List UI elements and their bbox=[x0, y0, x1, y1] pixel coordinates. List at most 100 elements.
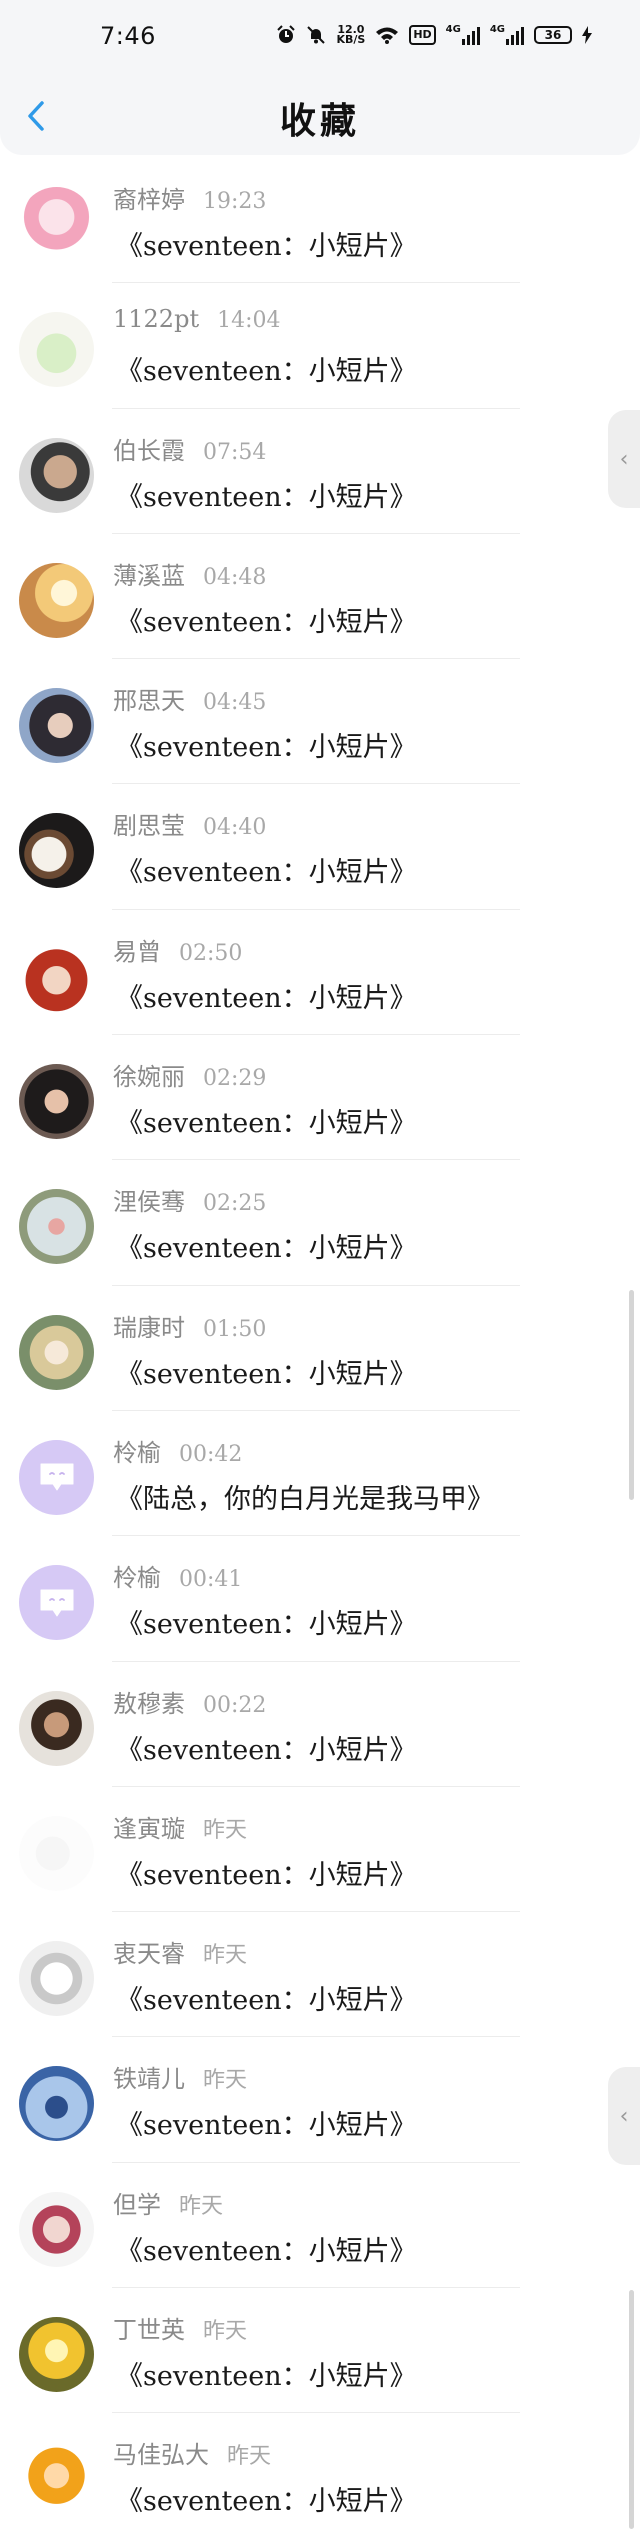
item-header: 瑞康时 01:50 bbox=[113, 1308, 266, 1343]
favorite-title: 《seventeen：小短片》 bbox=[116, 2110, 417, 2142]
item-header: 裔梓婷 19:23 bbox=[113, 180, 266, 215]
list-item[interactable]: 马佳弘大 昨天《seventeen：小短片》 bbox=[0, 2413, 640, 2529]
charging-bolt-icon bbox=[582, 24, 592, 46]
favorite-title: 《seventeen：小短片》 bbox=[116, 2486, 417, 2518]
avatar[interactable] bbox=[19, 938, 94, 1014]
list-item[interactable]: 伯长霞 07:54 《seventeen：小短片》 bbox=[0, 409, 640, 535]
avatar[interactable] bbox=[19, 1690, 94, 1766]
item-time: 04:48 bbox=[203, 564, 267, 590]
item-time: 02:25 bbox=[203, 1191, 267, 1217]
item-time: 04:45 bbox=[203, 690, 267, 716]
item-header: 柃榆 00:42 bbox=[113, 1433, 242, 1468]
contact-name: 1122pt bbox=[113, 305, 200, 334]
contact-name: 薄溪蓝 bbox=[113, 561, 185, 590]
item-time: 02:29 bbox=[203, 1066, 267, 1092]
contact-name: 剧思莹 bbox=[113, 812, 185, 841]
avatar[interactable] bbox=[19, 1189, 94, 1265]
contact-name: 邢思天 bbox=[113, 687, 185, 716]
list-item[interactable]: 徐婉丽 02:29 《seventeen：小短片》 bbox=[0, 1035, 640, 1161]
hd-badge: HD bbox=[409, 25, 436, 45]
contact-name: 敖穆素 bbox=[113, 1689, 185, 1718]
avatar[interactable] bbox=[19, 1439, 94, 1515]
edge-tab-top[interactable]: ‹ bbox=[608, 410, 640, 508]
avatar[interactable] bbox=[19, 187, 94, 262]
favorites-list: 裔梓婷 19:23 《seventeen：小短片》 1122pt 14:04 《seven… bbox=[0, 158, 640, 2529]
status-bar: 7:46 12.0 KB/S HD 4G 4G 36 bbox=[0, 0, 640, 78]
item-header: 逢寅璇 昨天 bbox=[113, 1809, 247, 1844]
signal-2-icon: 4G bbox=[490, 24, 524, 46]
contact-name: 马佳弘大 bbox=[113, 2441, 209, 2470]
page-title: 收藏 bbox=[279, 101, 360, 142]
item-header: 敖穆素 00:22 bbox=[113, 1684, 266, 1719]
item-header: 1122pt 14:04 bbox=[113, 305, 281, 333]
list-item[interactable]: 铁靖儿 昨天《seventeen：小短片》 bbox=[0, 2037, 640, 2164]
favorite-title: 《seventeen：小短片》 bbox=[116, 356, 417, 388]
item-header: 伯长霞 07:54 bbox=[113, 431, 266, 466]
list-item[interactable]: 裔梓婷 19:23 《seventeen：小短片》 bbox=[0, 158, 640, 284]
avatar[interactable] bbox=[19, 688, 94, 764]
list-item[interactable]: 敖穆素 00:22 《seventeen：小短片》 bbox=[0, 1662, 640, 1788]
list-item[interactable]: 易曾 02:50 《seventeen：小短片》 bbox=[0, 910, 640, 1036]
favorite-title: 《seventeen：小短片》 bbox=[116, 2235, 417, 2267]
avatar[interactable] bbox=[19, 2066, 94, 2142]
list-item[interactable]: 柃榆 00:42 《陆总，你的白月光是我马甲》 bbox=[0, 1411, 640, 1537]
contact-name: 逢寅璇 bbox=[113, 1814, 185, 1843]
avatar[interactable] bbox=[19, 562, 94, 638]
avatar[interactable] bbox=[19, 437, 94, 513]
item-header: 丁世英 昨天 bbox=[113, 2310, 247, 2345]
list-item[interactable]: 但学 昨天《seventeen：小短片》 bbox=[0, 2163, 640, 2289]
item-time: 昨天 bbox=[179, 2193, 224, 2219]
item-time: 19:23 bbox=[203, 189, 267, 214]
chevron-left-icon: ‹ bbox=[619, 2103, 629, 2129]
battery-icon: 36 bbox=[534, 26, 572, 44]
favorite-title: 《seventeen：小短片》 bbox=[116, 1985, 417, 2017]
list-item[interactable]: 邢思天 04:45 《seventeen：小短片》 bbox=[0, 659, 640, 785]
mute-bell-icon bbox=[306, 24, 326, 46]
item-header: 铁靖儿 昨天 bbox=[113, 2059, 247, 2094]
avatar[interactable] bbox=[19, 1064, 94, 1140]
avatar[interactable] bbox=[19, 2317, 94, 2393]
contact-name: 但学 bbox=[113, 2190, 161, 2219]
edge-tab-bottom[interactable]: ‹ bbox=[608, 2067, 640, 2165]
avatar[interactable] bbox=[19, 312, 94, 388]
list-item[interactable]: 衷天睿 昨天 《seventeen：小短片》 bbox=[0, 1912, 640, 2038]
item-header: 马佳弘大 昨天 bbox=[113, 2435, 271, 2470]
scrollbar[interactable] bbox=[629, 1290, 634, 1500]
contact-name: 浬侯骞 bbox=[113, 1188, 185, 1217]
item-time: 14:04 bbox=[217, 308, 281, 334]
list-item[interactable]: 丁世英 昨天 《seventeen：小短片》 bbox=[0, 2288, 640, 2414]
avatar[interactable] bbox=[19, 1941, 94, 2017]
nav-header: 收藏 bbox=[0, 78, 640, 155]
chevron-left-icon: ‹ bbox=[619, 446, 629, 472]
item-time: 04:40 bbox=[203, 815, 267, 841]
contact-name: 柃榆 bbox=[113, 1438, 161, 1467]
item-header: 邢思天 04:45 bbox=[113, 681, 266, 716]
list-item[interactable]: 1122pt 14:04 《seventeen：小短片》 bbox=[0, 283, 640, 409]
list-item[interactable]: 薄溪蓝 04:48 《seventeen：小短片》 bbox=[0, 534, 640, 660]
favorite-title: 《seventeen：小短片》 bbox=[116, 857, 417, 889]
list-item[interactable]: 浬侯骞 02:25 《seventeen：小短片》 bbox=[0, 1160, 640, 1286]
contact-name: 裔梓婷 bbox=[113, 186, 185, 214]
contact-name: 瑞康时 bbox=[113, 1313, 185, 1342]
avatar[interactable] bbox=[19, 2191, 94, 2267]
avatar[interactable] bbox=[19, 1815, 94, 1891]
list-item[interactable]: 剧思莹 04:40 《seventeen：小短片》 bbox=[0, 784, 640, 911]
avatar[interactable] bbox=[19, 2442, 94, 2518]
avatar[interactable] bbox=[19, 1314, 94, 1390]
list-item[interactable]: 瑞康时 01:50 《seventeen：小短片》 bbox=[0, 1286, 640, 1412]
avatar[interactable] bbox=[19, 813, 94, 889]
item-header: 但学 昨天 bbox=[113, 2185, 223, 2220]
list-item[interactable]: 逢寅璇 昨天 《seventeen：小短片》 bbox=[0, 1787, 640, 1913]
item-time: 00:22 bbox=[203, 1692, 267, 1718]
avatar[interactable] bbox=[19, 1565, 94, 1641]
item-header: 薄溪蓝 04:48 bbox=[113, 556, 266, 591]
contact-name: 易曾 bbox=[113, 937, 161, 966]
favorite-title: 《seventeen：小短片》 bbox=[116, 982, 417, 1014]
status-time: 7:46 bbox=[100, 22, 156, 50]
scrollbar-lower[interactable] bbox=[629, 2290, 634, 2529]
favorite-title: 《seventeen：小短片》 bbox=[116, 1358, 417, 1390]
contact-name: 衷天睿 bbox=[113, 1940, 185, 1969]
item-time: 01:50 bbox=[203, 1316, 267, 1342]
list-item[interactable]: 柃榆 00:41 《seventeen：小短片》 bbox=[0, 1536, 640, 1662]
item-time: 昨天 bbox=[227, 2444, 272, 2470]
